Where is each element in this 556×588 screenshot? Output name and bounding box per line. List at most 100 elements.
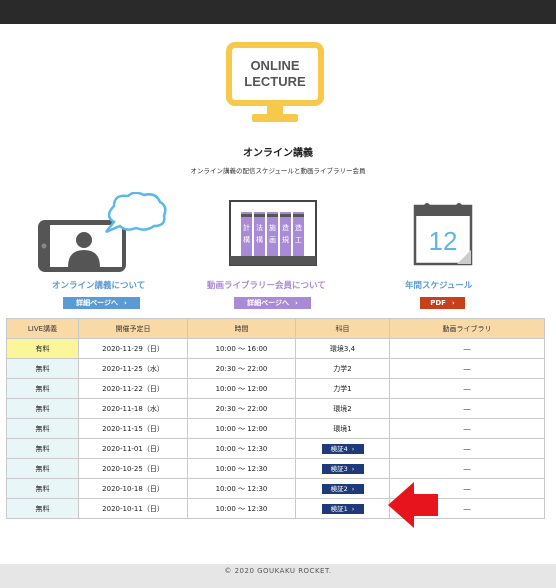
chevron-right-icon: › [123, 299, 127, 307]
cell-date: 2020-11-22（日） [78, 378, 188, 399]
book-band [280, 214, 291, 217]
table-row: 無料 2020-10-18（日） 10:00 ～ 12:30 検証2 › ― [6, 478, 545, 499]
cell-subject: 力学1 [295, 378, 390, 399]
chevron-right-icon: › [351, 444, 355, 453]
cell-time: 10:00 ～ 12:00 [187, 378, 296, 399]
col-header-time: 時間 [187, 318, 296, 339]
cell-date: 2020-11-18（水） [78, 398, 188, 419]
book-spine-label: 造 [295, 223, 302, 232]
feature-label-annual-schedule: 年間スケジュール [405, 281, 473, 291]
feature-label-video-library: 動画ライブラリー会員について [207, 281, 326, 291]
book-band [241, 214, 252, 217]
book-band [293, 214, 304, 217]
page-subtitle: オンライン講義の配信スケジュールと動画ライブラリー会員 [190, 167, 366, 175]
col-header-date: 開催予定日 [78, 318, 188, 339]
chevron-right-icon: › [351, 464, 355, 473]
online-lecture-detail-button-label: 詳細ページへ [76, 299, 118, 307]
footer: © 2020 GOUKAKU ROCKET. [0, 564, 556, 588]
subject-button[interactable]: 検証3 › [321, 463, 364, 474]
cell-library: ― [389, 358, 545, 379]
cell-live: 無料 [6, 438, 79, 459]
table-row: 無料 2020-11-01（日） 10:00 ～ 12:30 検証4 › ― [6, 438, 545, 459]
pdf-button-label: PDF [430, 299, 446, 307]
book-spine-label: 構 [256, 235, 263, 244]
table-row: 無料 2020-11-15（日） 10:00 ～ 12:00 環境1 ― [6, 418, 545, 439]
cell-time: 10:00 ～ 12:30 [187, 438, 296, 459]
book-spine-label: 計 [243, 223, 250, 232]
book-spine-label: 工 [295, 236, 302, 244]
cell-live: 無料 [6, 358, 79, 379]
col-header-subject: 科目 [295, 318, 390, 339]
calendar-number: 12 [429, 226, 458, 256]
cell-time: 10:00 ～ 12:00 [187, 418, 296, 439]
cell-library: ― [389, 338, 545, 359]
video-library-detail-button[interactable]: 詳細ページへ › [234, 297, 311, 309]
subject-button[interactable]: 検証4 › [321, 443, 364, 454]
book-spine [293, 212, 304, 256]
chevron-right-icon: › [351, 504, 355, 513]
table-header-row: LIVE講義 開催予定日 時間 科目 動画ライブラリ [6, 318, 545, 339]
book-spine [267, 212, 278, 256]
subject-button-label: 検証4 [330, 444, 348, 453]
cell-live: 無料 [6, 458, 79, 479]
cell-date: 2020-11-01（日） [78, 438, 188, 459]
cell-subject: 環境3,4 [295, 338, 390, 359]
cell-time: 10:00 ～ 12:30 [187, 498, 296, 519]
cell-time: 20:30 ～ 22:00 [187, 358, 296, 379]
cell-subject: 検証1 › [295, 498, 390, 519]
table-row: 無料 2020-11-18（水） 20:30 ～ 22:00 環境2 ― [6, 398, 545, 419]
top-bar [0, 0, 556, 24]
table-row: 有料 2020-11-29（日） 10:00 ～ 16:00 環境3,4 ― [6, 338, 545, 359]
cell-live: 無料 [6, 418, 79, 439]
cell-date: 2020-11-25（水） [78, 358, 188, 379]
book-spine-label: 施 [269, 223, 276, 232]
red-arrow-pointer-icon [388, 482, 438, 528]
cell-library: ― [389, 458, 545, 479]
online-lecture-detail-button[interactable]: 詳細ページへ › [63, 297, 140, 309]
chevron-right-icon: › [451, 299, 455, 307]
cell-live: 無料 [6, 478, 79, 499]
cell-subject: 検証3 › [295, 458, 390, 479]
cell-live: 無料 [6, 378, 79, 399]
subject-button[interactable]: 検証1 › [321, 503, 364, 514]
chevron-right-icon: › [294, 299, 298, 307]
subject-button[interactable]: 検証2 › [321, 483, 364, 494]
book-spine [254, 212, 265, 256]
online-lecture-logo: ONLINE LECTURE [226, 42, 324, 122]
cell-library: ― [389, 438, 545, 459]
logo-line1: ONLINE [250, 58, 299, 73]
video-library-detail-button-label: 詳細ページへ [247, 299, 289, 307]
cell-date: 2020-10-25（日） [78, 458, 188, 479]
cell-library: ― [389, 378, 545, 399]
cell-time: 10:00 ～ 12:30 [187, 458, 296, 479]
table-row: 無料 2020-11-25（水） 20:30 ～ 22:00 力学2 ― [6, 358, 545, 379]
subject-button-label: 検証3 [330, 464, 348, 473]
book-spine [241, 212, 252, 256]
calendar-icon: 12 [413, 203, 473, 266]
cell-time: 10:00 ～ 16:00 [187, 338, 296, 359]
book-spine-label: 画 [269, 236, 276, 244]
book-spine [280, 212, 291, 256]
cell-subject: 環境1 [295, 418, 390, 439]
chevron-right-icon: › [351, 484, 355, 493]
cell-time: 10:00 ～ 12:30 [187, 478, 296, 499]
cell-date: 2020-10-11（日） [78, 498, 188, 519]
cell-library: ― [389, 418, 545, 439]
book-band [267, 214, 278, 217]
cell-subject: 検証2 › [295, 478, 390, 499]
cell-date: 2020-10-18（日） [78, 478, 188, 499]
annual-schedule-pdf-button[interactable]: PDF › [420, 297, 465, 309]
book-spine-label: 法 [256, 223, 263, 232]
book-band [254, 214, 265, 217]
book-spine-label: 規 [282, 235, 289, 244]
cell-library: ― [389, 398, 545, 419]
logo-line2: LECTURE [244, 74, 306, 89]
subject-button-label: 検証2 [330, 484, 348, 493]
cell-subject: 環境2 [295, 398, 390, 419]
book-library-icon: 計構法構施画造規造工 [229, 200, 317, 266]
cell-live: 有料 [6, 338, 79, 359]
schedule-table: LIVE講義 開催予定日 時間 科目 動画ライブラリ 有料 2020-11-29（… [6, 318, 545, 519]
subject-button-label: 検証1 [330, 504, 348, 513]
cell-live: 無料 [6, 398, 79, 419]
col-header-live: LIVE講義 [6, 318, 79, 339]
